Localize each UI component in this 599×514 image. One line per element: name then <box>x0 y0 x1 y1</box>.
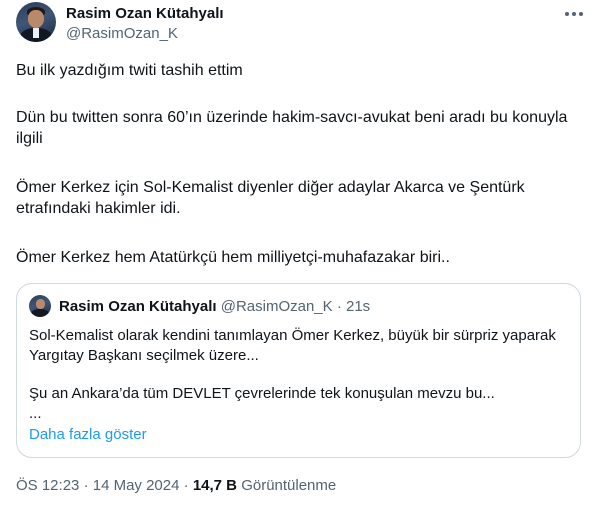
views-count: 14,7 B <box>192 477 238 494</box>
tweet-date[interactable]: 14 May 2024 <box>93 477 180 494</box>
quoted-timestamp: 21s <box>346 298 371 315</box>
separator-dot: · <box>83 477 89 494</box>
tweet-time[interactable]: ÖS 12:23 <box>16 477 79 494</box>
quoted-header: Rasim Ozan Kütahyalı @RasimOzan_K · 21s <box>59 298 370 316</box>
tweet-paragraph: Dün bu twitten sonra 60’ın üzerinde haki… <box>16 109 568 147</box>
separator-dot: · <box>183 477 189 494</box>
quoted-text-line: ... <box>29 405 42 422</box>
quoted-text-line: Sol-Kemalist olarak kendini tanımlayan Ö… <box>29 327 556 364</box>
tweet-meta: ÖS 12:23 · 14 May 2024 · 14,7 B Görüntül… <box>16 477 336 495</box>
quoted-text-line: Şu an Ankara’da tüm DEVLET çevrelerinde … <box>29 385 495 402</box>
avatar[interactable] <box>16 2 56 42</box>
separator-dot: · <box>336 298 342 315</box>
more-horizontal-icon <box>565 12 583 16</box>
views-label: Görüntülenme <box>241 477 337 494</box>
show-more-link[interactable]: Daha fazla göster <box>29 426 147 443</box>
quoted-author-name: Rasim Ozan Kütahyalı <box>59 298 217 315</box>
tweet-paragraph: Ömer Kerkez hem Atatürkçü hem milliyetçi… <box>16 249 450 266</box>
tweet-paragraph: Ömer Kerkez için Sol-Kemalist diyenler d… <box>16 179 525 217</box>
author-name[interactable]: Rasim Ozan Kütahyalı <box>66 5 224 22</box>
author-handle[interactable]: @RasimOzan_K <box>66 25 178 42</box>
quoted-author-handle: @RasimOzan_K <box>220 298 333 315</box>
tweet-paragraph: Bu ilk yazdığım twiti tashih ettim <box>16 62 243 79</box>
tweet: Rasim Ozan Kütahyalı @RasimOzan_K Bu ilk… <box>0 0 599 514</box>
more-options-button[interactable] <box>562 4 586 24</box>
quoted-avatar <box>29 295 51 317</box>
quoted-tweet[interactable]: Rasim Ozan Kütahyalı @RasimOzan_K · 21s … <box>16 283 581 458</box>
